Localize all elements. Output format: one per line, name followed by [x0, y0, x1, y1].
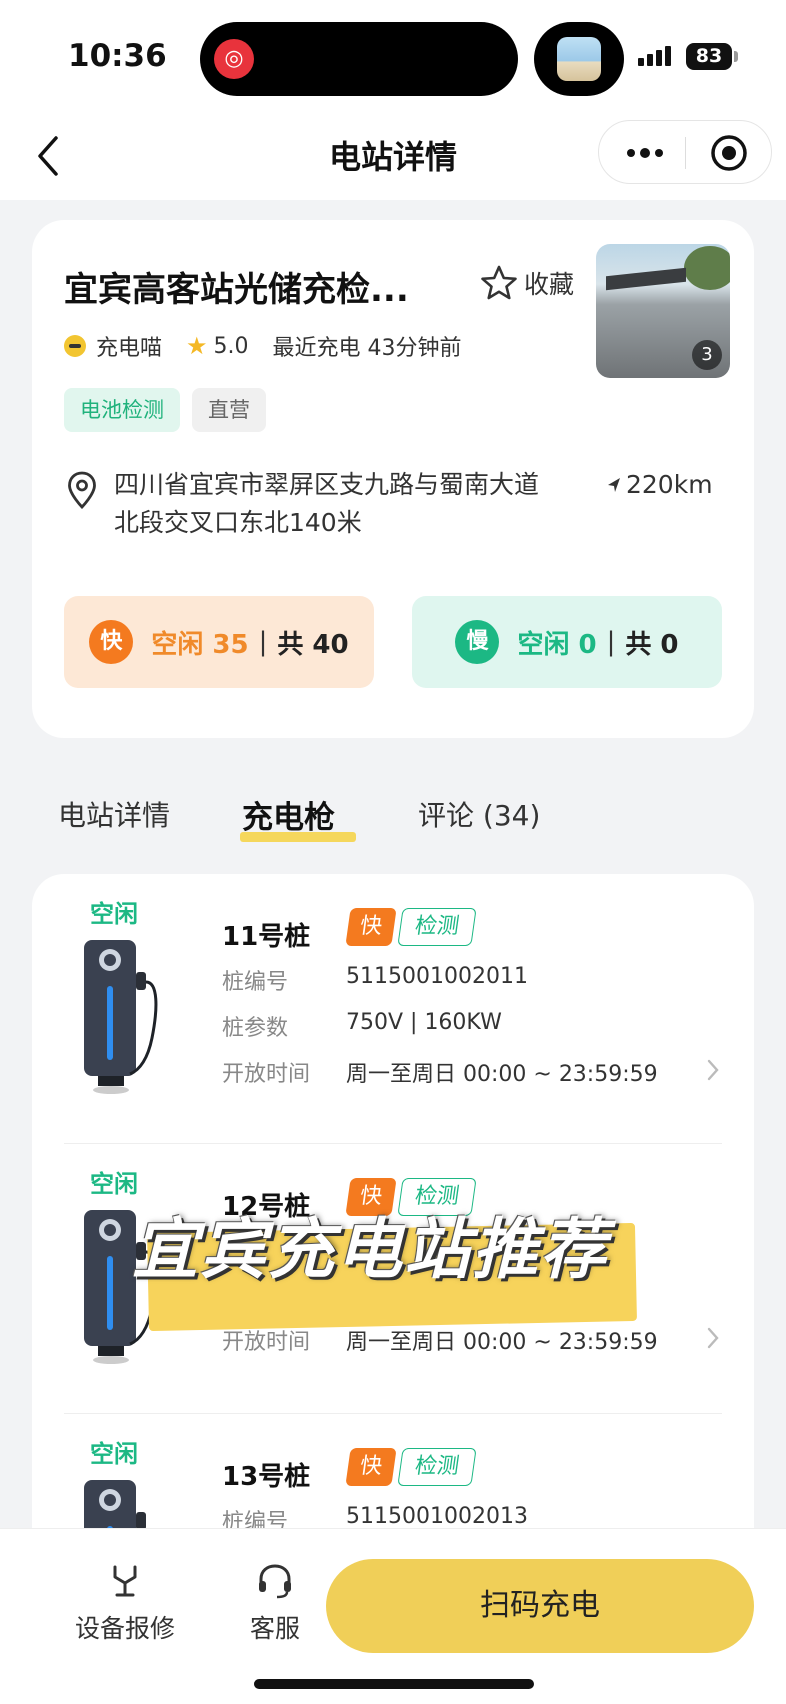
pile-tags: 快 检测 — [345, 908, 477, 946]
navigate-arrow-icon — [608, 477, 620, 492]
station-card: 宜宾高客站光储充检... 收藏 3 充电喵 ★ 5.0 最近充电 43分钟前 电… — [32, 220, 754, 738]
distance-value: 220km — [626, 470, 713, 499]
pile-status: 空闲 — [90, 1440, 138, 1468]
photo-tree — [684, 246, 730, 290]
photo-canopy — [606, 267, 686, 291]
battery-cap — [734, 51, 738, 62]
location-icon — [68, 471, 96, 510]
nav-bar: 电站详情 — [0, 112, 786, 200]
status-time: 10:36 — [68, 38, 167, 74]
headset-icon — [259, 1564, 291, 1599]
scan-charge-button[interactable]: 扫码充电 — [326, 1559, 754, 1653]
repair-label: 设备报修 — [74, 1614, 175, 1643]
mini-program-capsule — [598, 120, 772, 184]
photo-count-badge: 3 — [692, 340, 722, 370]
chevron-right-icon[interactable] — [706, 1326, 720, 1350]
station-tags: 电池检测 直营 — [64, 388, 266, 432]
charger-pile-icon — [84, 940, 158, 1094]
recent-charge: 最近充电 43分钟前 — [272, 336, 462, 361]
star-outline-icon — [481, 265, 517, 300]
rating: 5.0 — [213, 333, 249, 359]
station-photo[interactable]: 3 — [596, 244, 730, 378]
pile-status: 空闲 — [90, 900, 138, 928]
station-meta: 充电喵 ★ 5.0 最近充电 43分钟前 — [64, 330, 462, 362]
pile-code-label: 桩编号 — [222, 970, 289, 995]
favorite-button[interactable]: 收藏 — [480, 264, 574, 302]
slow-free-count: 空闲 0 — [517, 629, 597, 660]
tag-check: 检测 — [397, 908, 477, 946]
service-label: 客服 — [249, 1614, 300, 1643]
fast-separator: | — [258, 627, 268, 657]
pile-hours-label: 开放时间 — [222, 1062, 311, 1087]
music-app-icon: ◎ — [214, 39, 254, 79]
bottom-action-bar: 设备报修 客服 扫码充电 — [0, 1528, 786, 1704]
tag-battery-check: 电池检测 — [64, 388, 180, 432]
pile-name: 13号桩 — [222, 1462, 311, 1492]
capsule-divider — [685, 137, 686, 169]
star-icon: ★ — [186, 332, 208, 360]
favorite-label: 收藏 — [524, 270, 575, 299]
dynamic-island-secondary — [534, 22, 624, 96]
station-name: 宜宾高客站光储充检... — [64, 270, 409, 310]
slow-separator: | — [606, 627, 616, 657]
list-item[interactable]: 空闲 11号桩 快 检测 桩编号 5115001002011 桩参数 750V … — [32, 874, 754, 1144]
tag-fast: 快 — [345, 908, 397, 946]
more-icon[interactable] — [625, 143, 665, 163]
station-address[interactable]: 四川省宜宾市翠屏区支九路与蜀南大道北段交叉口东北140米 — [114, 466, 554, 542]
fast-free-count: 空闲 35 — [151, 629, 249, 660]
wrench-icon — [113, 1565, 137, 1597]
tab-reviews[interactable]: 评论 (34) — [418, 794, 540, 834]
tag-check: 检测 — [397, 1448, 477, 1486]
tag-direct: 直营 — [192, 388, 266, 432]
tab-bar: 电站详情 充电枪 评论 (34) — [0, 780, 786, 860]
pile-name: 11号桩 — [222, 922, 311, 952]
tab-station-detail[interactable]: 电站详情 — [58, 794, 170, 834]
signal-icon — [638, 46, 671, 66]
pile-status: 空闲 — [90, 1170, 138, 1198]
media-thumbnail — [557, 37, 601, 81]
overlay-caption: 宜宾充电站推荐 — [132, 1211, 608, 1288]
slow-total-count: 共 0 — [625, 629, 679, 660]
pile-params-value: 750V | 160KW — [346, 1010, 502, 1035]
home-indicator[interactable] — [254, 1679, 534, 1689]
pile-code-value: 5115001002013 — [346, 1504, 528, 1529]
target-icon[interactable] — [709, 133, 749, 173]
tab-chargers[interactable]: 充电枪 — [242, 792, 335, 837]
pile-params-label: 桩参数 — [222, 1016, 289, 1041]
slow-charger-summary[interactable]: 慢 空闲 0 | 共 0 — [412, 596, 722, 688]
fast-total-count: 共 40 — [277, 629, 349, 660]
chevron-right-icon[interactable] — [706, 1058, 720, 1082]
battery-icon: 83 — [686, 43, 732, 70]
pile-hours-value: 周一至周日 00:00 ~ 23:59:59 — [346, 1062, 658, 1087]
customer-service-button[interactable]: 客服 — [242, 1561, 308, 1645]
repair-button[interactable]: 设备报修 — [70, 1561, 180, 1645]
brand-name: 充电喵 — [96, 336, 163, 361]
slow-badge: 慢 — [455, 620, 500, 664]
brand-logo-icon — [64, 335, 86, 357]
pile-hours-value: 周一至周日 00:00 ~ 23:59:59 — [346, 1330, 658, 1355]
pile-tags: 快 检测 — [345, 1448, 477, 1486]
fast-charger-summary[interactable]: 快 空闲 35 | 共 40 — [64, 596, 374, 688]
status-bar: 10:36 ◎ 83 — [0, 0, 786, 112]
tag-fast: 快 — [345, 1448, 397, 1486]
dynamic-island: ◎ — [200, 22, 518, 96]
fast-badge: 快 — [89, 620, 134, 664]
distance[interactable]: 220km — [606, 470, 713, 499]
pile-code-value: 5115001002011 — [346, 964, 528, 989]
